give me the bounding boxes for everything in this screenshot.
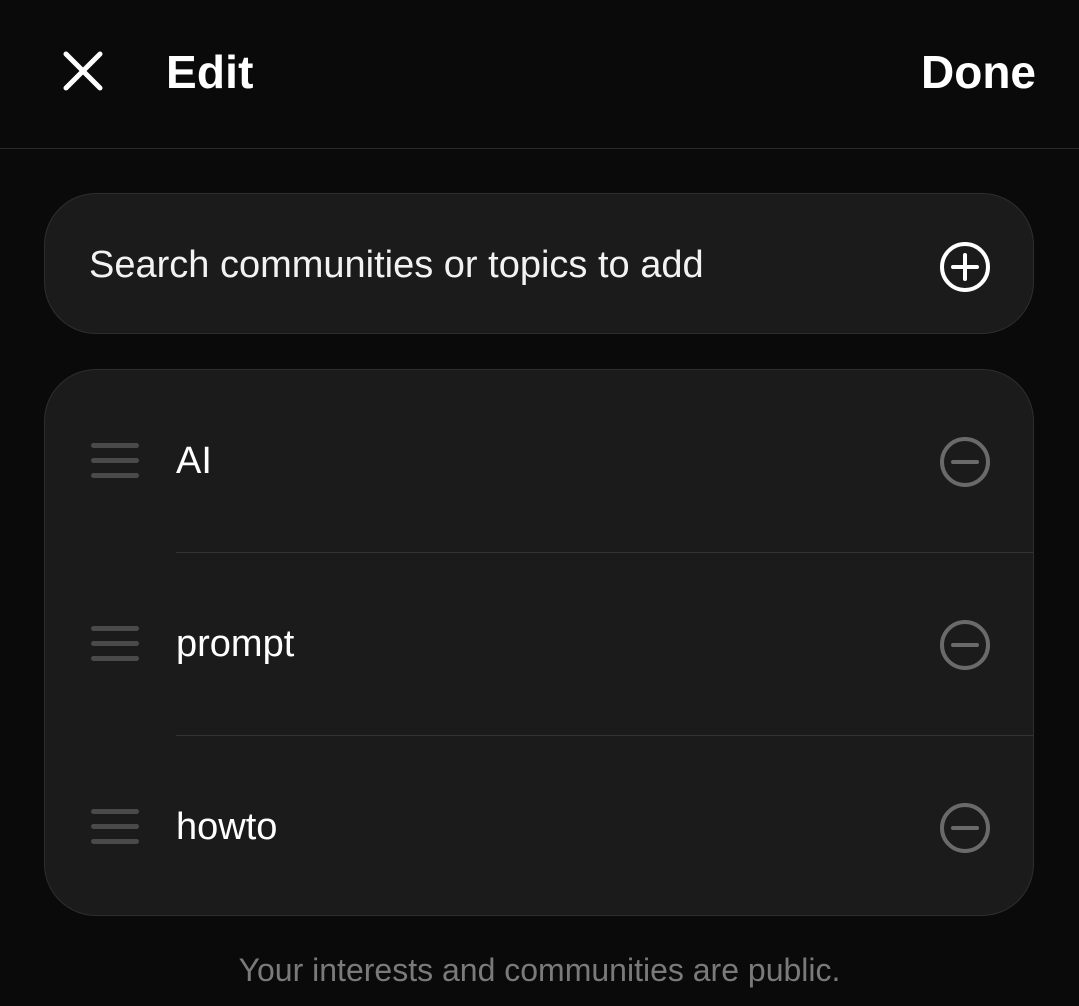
list-item-label: AI [176,440,212,482]
remove-circle-icon[interactable] [939,436,991,488]
close-icon [63,51,103,91]
plus-circle-icon [940,242,990,292]
search-label: Search communities or topics to add [89,244,704,286]
interests-list: AI prompt howto [44,369,1034,916]
header-bar: Edit Done [0,0,1079,149]
page-title: Edit [166,46,254,98]
list-item-label: howto [176,806,278,848]
list-item: prompt [45,553,1033,736]
list-item: AI [45,370,1033,553]
drag-handle-icon[interactable] [91,807,139,847]
drag-handle-icon[interactable] [91,624,139,664]
search-communities-button[interactable]: Search communities or topics to add [44,193,1034,334]
privacy-note: Your interests and communities are publi… [238,952,841,988]
remove-circle-icon[interactable] [939,619,991,671]
list-item: howto [45,736,1033,915]
close-button[interactable] [50,38,116,104]
drag-handle-icon[interactable] [91,441,139,481]
remove-circle-icon[interactable] [939,802,991,854]
list-item-label: prompt [176,623,295,665]
done-button[interactable]: Done [921,42,1036,102]
